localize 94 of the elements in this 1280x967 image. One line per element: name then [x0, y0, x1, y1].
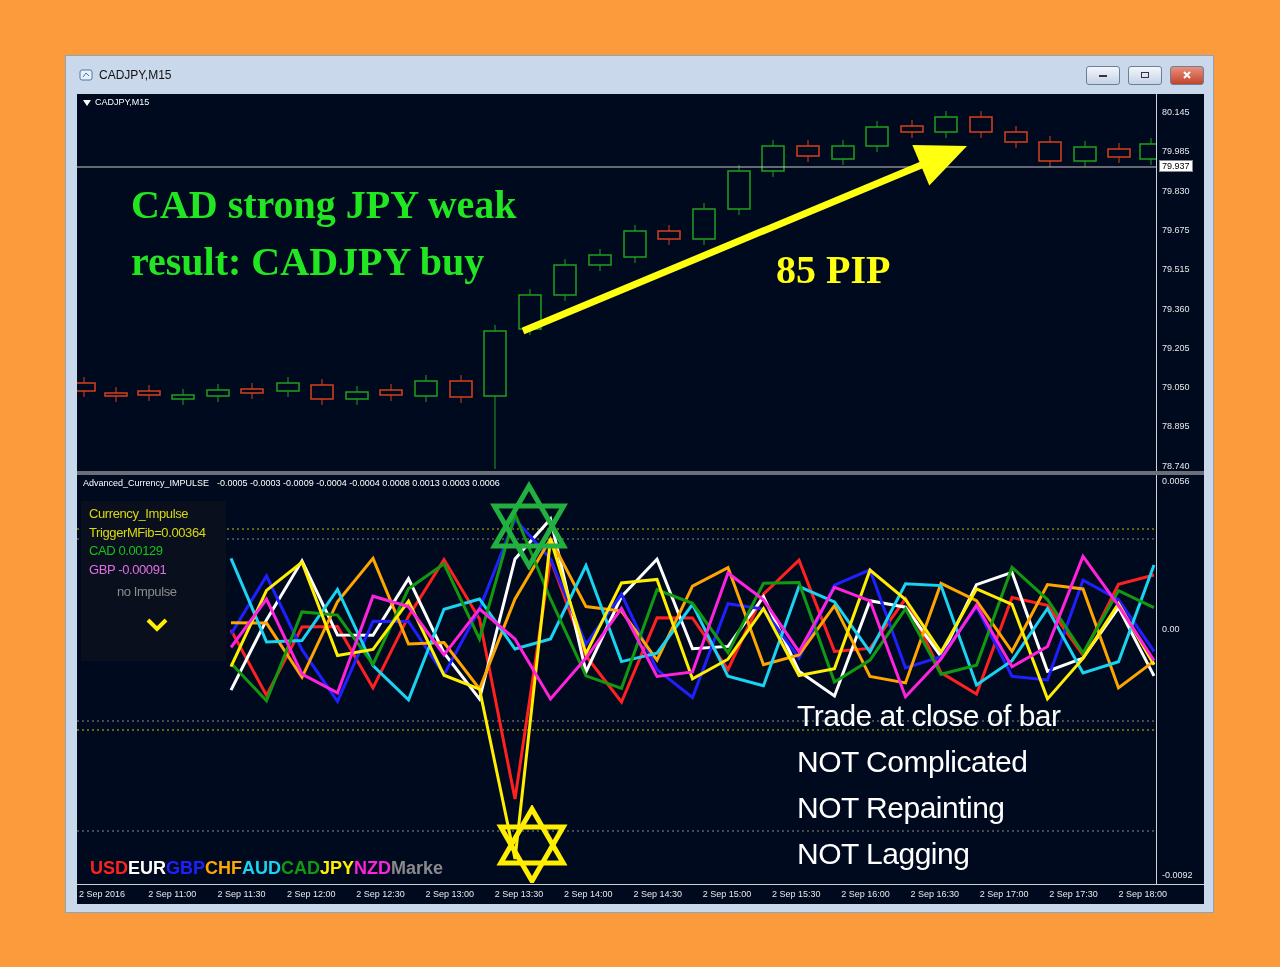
window-title: CADJPY,M15: [99, 68, 173, 82]
candle: [553, 258, 577, 302]
candle: [657, 224, 681, 246]
minimize-icon: [1098, 72, 1108, 78]
price-tick: 79.675: [1162, 224, 1190, 235]
feature-note: NOT Lagging: [797, 836, 971, 872]
impulse-status: no Impulse: [117, 583, 177, 601]
currency-reading: CAD 0.00129: [89, 542, 163, 560]
indicator-name: Advanced_Currency_IMPULSE: [83, 478, 210, 488]
candle: [692, 202, 716, 246]
candle: [1004, 125, 1028, 149]
price-tick: 79.830: [1162, 185, 1190, 196]
feature-note: Trade at close of bar: [797, 698, 1061, 734]
trigger-value: TriggerMFib=0.00364: [89, 523, 206, 542]
indicator-tick: -0.0092: [1162, 870, 1193, 880]
headline-text: CAD strong JPY weak: [131, 181, 517, 229]
candle: [137, 384, 161, 402]
time-tick: 2 Sep 16:00: [841, 888, 891, 901]
price-tick: 78.895: [1162, 421, 1190, 432]
time-tick: 2 Sep 17:30: [1049, 888, 1099, 901]
legend-title: Currency_Impulse: [89, 505, 189, 523]
currency-label: CAD: [281, 858, 321, 879]
candle: [727, 164, 751, 216]
candle: [345, 385, 369, 406]
time-tick: 2 Sep 2016: [79, 888, 127, 901]
indicator-values: -0.0005 -0.0003 -0.0009 -0.0004 -0.0004 0.0008 0.0013 0.0003 0.0006: [217, 478, 500, 488]
price-tick: 79.360: [1162, 303, 1190, 314]
close-icon: [1182, 71, 1192, 79]
candle: [276, 376, 300, 398]
candle: [310, 378, 334, 406]
candle: [379, 383, 403, 402]
maximize-icon: [1140, 71, 1150, 79]
feature-note: NOT Repainting: [797, 790, 1006, 826]
time-tick: 2 Sep 16:30: [910, 888, 961, 901]
price-tick: 79.515: [1162, 264, 1190, 275]
currency-label: USD: [90, 858, 128, 879]
time-tick: 2 Sep 12:00: [286, 888, 337, 901]
feature-note: NOT Complicated: [797, 744, 1029, 780]
time-tick: 2 Sep 13:00: [425, 888, 476, 901]
chevron-icon: [146, 617, 168, 632]
candle: [1107, 142, 1131, 164]
candle: [1073, 140, 1097, 168]
maximize-button[interactable]: [1128, 65, 1162, 85]
indicator-tick: 0.0056: [1162, 476, 1190, 486]
chart-window-icon: [79, 68, 93, 82]
time-tick: 2 Sep 13:30: [494, 888, 545, 901]
time-tick: 2 Sep 12:30: [356, 888, 406, 901]
currency-label: JPY: [320, 858, 355, 879]
currency-label: EUR: [128, 858, 167, 879]
candle: [1139, 137, 1157, 166]
currency-label: AUD: [242, 858, 282, 879]
indicator-tick: 0.00: [1162, 624, 1180, 634]
candle: [206, 383, 230, 403]
candle: [171, 388, 195, 406]
candle: [796, 139, 820, 163]
candle: [414, 374, 438, 403]
candle: [1038, 135, 1062, 168]
price-tick: 79.985: [1162, 146, 1190, 157]
current-price: 79.937: [1159, 160, 1193, 172]
currency-label: NZD: [354, 858, 392, 879]
time-tick: 2 Sep 14:00: [564, 888, 614, 901]
caret-icon: [83, 100, 91, 106]
time-tick: 2 Sep 17:00: [979, 888, 1030, 901]
candle: [623, 224, 647, 264]
candle: [449, 374, 473, 404]
symbol-label: CADJPY,M15: [95, 97, 150, 107]
price-tick: 80.145: [1162, 107, 1190, 117]
price-tick: 79.050: [1162, 382, 1190, 393]
time-tick: 2 Sep 15:30: [771, 888, 822, 901]
headline-text: result: CADJPY buy: [131, 238, 486, 286]
candle: [969, 110, 993, 139]
price-tick: 79.205: [1162, 342, 1190, 353]
close-button[interactable]: [1170, 65, 1204, 85]
candle: [761, 139, 785, 178]
price-tick: 78.740: [1162, 460, 1190, 471]
currency-reading: GBP -0.00091: [89, 560, 167, 579]
time-tick: 2 Sep 14:30: [633, 888, 683, 901]
candle: [831, 139, 855, 166]
time-tick: 2 Sep 11:00: [148, 888, 198, 901]
currency-label: GBP: [166, 858, 206, 879]
time-tick: 2 Sep 18:00: [1118, 888, 1168, 901]
currency-label: Marke: [391, 858, 444, 879]
candle: [588, 248, 612, 272]
candle: [865, 120, 889, 153]
minimize-button[interactable]: [1086, 65, 1120, 85]
candle: [104, 386, 128, 403]
candle: [934, 110, 958, 139]
time-tick: 2 Sep 11:30: [217, 888, 267, 901]
currency-label: CHF: [205, 858, 243, 879]
star-icon: [494, 805, 570, 883]
candle: [900, 119, 924, 139]
pip-label: 85 PIP: [776, 246, 891, 293]
candle: [240, 382, 264, 400]
time-tick: 2 Sep 15:00: [702, 888, 753, 901]
